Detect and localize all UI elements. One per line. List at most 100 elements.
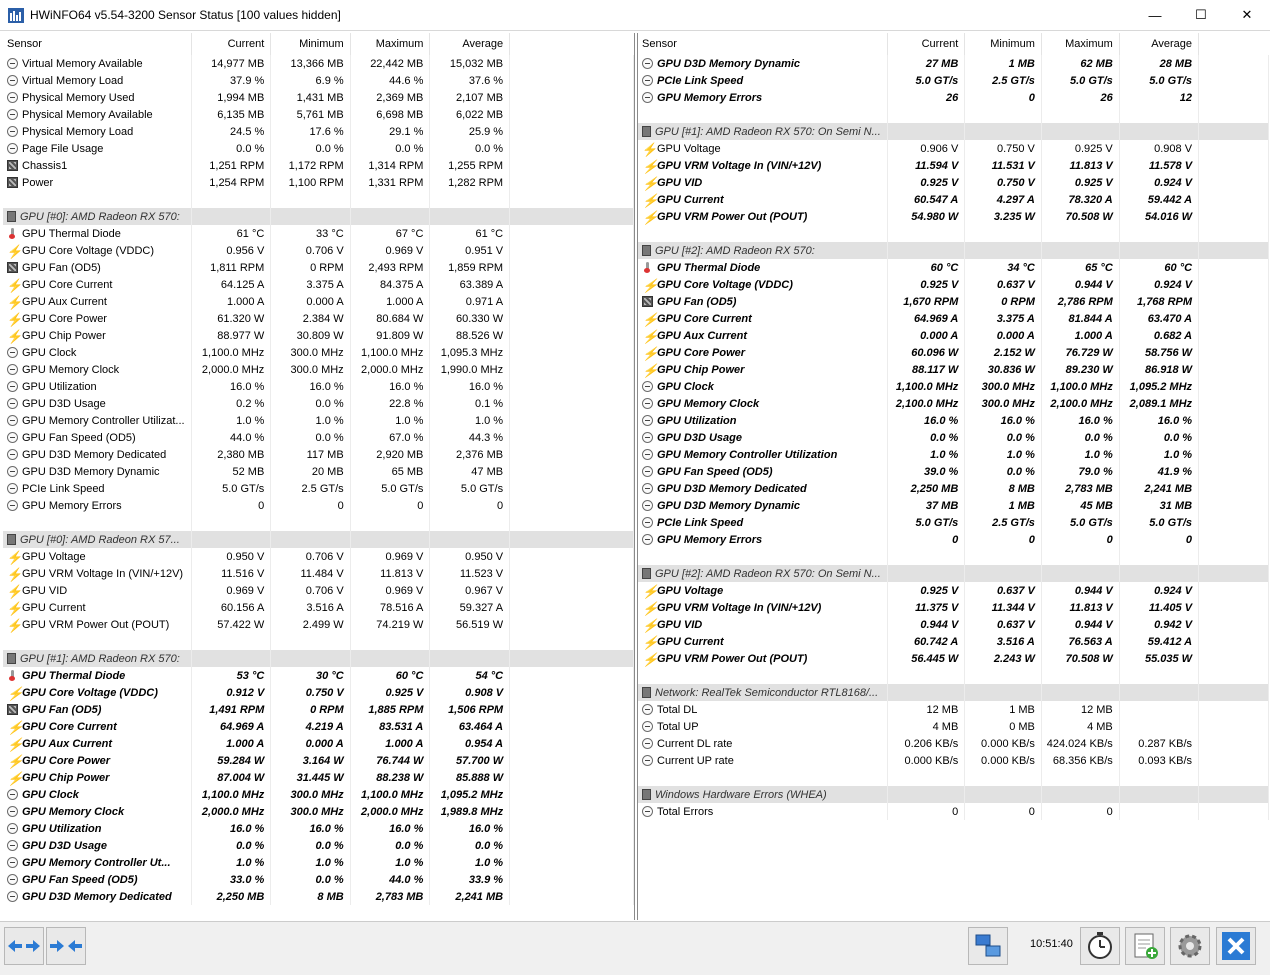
sensor-group-header[interactable]: GPU [#2]: AMD Radeon RX 570: On Semi N..… [638,565,1269,582]
sensor-row[interactable]: Current UP rate 0.000 KB/s 0.000 KB/s 68.35… [638,752,1269,769]
sensor-row[interactable]: ⚡GPU Aux Current 1.000 A 0.000 A 1.000 A 0.9… [3,735,634,752]
sensor-row[interactable]: ⚡GPU VRM Voltage In (VIN/+12V) 11.516 V 11… [3,565,634,582]
sensor-row[interactable]: GPU Utilization 16.0 % 16.0 % 16.0 % 16.0 % [3,820,634,837]
sensor-row[interactable]: ⚡GPU Core Voltage (VDDC) 0.956 V 0.706 V 0.… [3,242,634,259]
maximize-button[interactable]: ☐ [1178,0,1224,30]
sensor-row[interactable]: ⚡GPU Core Current 64.969 A 3.375 A 81.844 A… [638,310,1269,327]
double-arrow-icon[interactable] [4,927,44,965]
close-button[interactable]: ✕ [1224,0,1270,30]
sensor-panel-left[interactable]: Sensor Current Minimum Maximum Average V… [3,33,635,920]
column-header-current[interactable]: Current [887,33,966,55]
sensor-row[interactable]: ⚡GPU Current 60.742 A 3.516 A 76.563 A 59.41… [638,633,1269,650]
collapse-arrows-icon[interactable] [46,927,86,965]
sensor-row[interactable]: GPU Memory Controller Utilizat... 1.0 % 1.… [3,412,634,429]
sensor-group-header[interactable]: Network: RealTek Semiconductor RTL8168/.… [638,684,1269,701]
sensor-row[interactable]: GPU D3D Memory Dedicated 2,250 MB 8 MB 2,78… [3,888,634,905]
sensor-row[interactable]: ⚡GPU VID 0.925 V 0.750 V 0.925 V 0.924 V [638,174,1269,191]
sensor-row[interactable]: Total UP 4 MB 0 MB 4 MB [638,718,1269,735]
sensor-row[interactable]: ⚡GPU Core Current 64.969 A 4.219 A 83.531 A… [3,718,634,735]
column-header-minimum[interactable]: Minimum [964,33,1042,55]
sensor-row[interactable]: GPU D3D Memory Dedicated 2,380 MB 117 MB 2,… [3,446,634,463]
minimize-button[interactable]: — [1132,0,1178,30]
sensor-row[interactable]: ⚡GPU Core Voltage (VDDC) 0.912 V 0.750 V 0.… [3,684,634,701]
column-header-minimum[interactable]: Minimum [270,33,351,55]
sensor-row[interactable]: GPU Fan (OD5) 1,811 RPM 0 RPM 2,493 RPM 1,85… [3,259,634,276]
sensor-row[interactable]: GPU Thermal Diode 60 °C 34 °C 65 °C 60 °C [638,259,1269,276]
sensor-panel-right[interactable]: Sensor Current Minimum Maximum Average G… [637,33,1269,920]
sensor-row[interactable]: GPU Fan Speed (OD5) 33.0 % 0.0 % 44.0 % 33.9… [3,871,634,888]
sensor-row[interactable]: ⚡GPU VRM Power Out (POUT) 57.422 W 2.499 W… [3,616,634,633]
sensor-row[interactable]: ⚡GPU VID 0.944 V 0.637 V 0.944 V 0.942 V [638,616,1269,633]
sensor-row[interactable]: GPU Memory Errors 0 0 0 0 [638,531,1269,548]
sensor-row[interactable]: GPU Fan Speed (OD5) 39.0 % 0.0 % 79.0 % 41.9… [638,463,1269,480]
sensor-row[interactable]: ⚡GPU Chip Power 87.004 W 31.445 W 88.238 W8… [3,769,634,786]
sensor-row[interactable]: ⚡GPU VRM Voltage In (VIN/+12V) 11.375 V 11… [638,599,1269,616]
sensor-row[interactable]: ⚡GPU Chip Power 88.117 W 30.836 W 89.230 W8… [638,361,1269,378]
sensor-row[interactable]: ⚡GPU Voltage 0.906 V 0.750 V 0.925 V 0.908 V [638,140,1269,157]
sensor-row[interactable]: Physical Memory Load 24.5 % 17.6 % 29.1 % 25… [3,123,634,140]
sensor-row[interactable]: Power 1,254 RPM 1,100 RPM 1,331 RPM 1,282 RP… [3,174,634,191]
settings-gear-icon[interactable] [1170,927,1210,965]
column-header-sensor[interactable]: Sensor [3,33,192,55]
sensor-group-header[interactable]: GPU [#0]: AMD Radeon RX 57... [3,531,634,548]
sensor-row[interactable]: ⚡GPU Voltage 0.925 V 0.637 V 0.944 V 0.924 V [638,582,1269,599]
sensor-group-header[interactable]: GPU [#1]: AMD Radeon RX 570: [3,650,634,667]
sensor-row[interactable]: ⚡GPU VID 0.969 V 0.706 V 0.969 V 0.967 V [3,582,634,599]
sensor-group-header[interactable]: GPU [#1]: AMD Radeon RX 570: On Semi N..… [638,123,1269,140]
sensor-row[interactable]: Physical Memory Available 6,135 MB 5,761 M… [3,106,634,123]
sensor-group-header[interactable]: Windows Hardware Errors (WHEA) [638,786,1269,803]
sensor-row[interactable]: GPU D3D Memory Dynamic 27 MB 1 MB 62 MB 28 M… [638,55,1269,72]
column-header-average[interactable]: Average [429,33,511,55]
column-header-current[interactable]: Current [191,33,272,55]
sensor-row[interactable]: GPU D3D Memory Dedicated 2,250 MB 8 MB 2,78… [638,480,1269,497]
sensor-group-header[interactable]: GPU [#2]: AMD Radeon RX 570: [638,242,1269,259]
sensor-row[interactable]: PCIe Link Speed 5.0 GT/s 2.5 GT/s 5.0 GT/s 5… [3,480,634,497]
sensor-row[interactable]: ⚡GPU Aux Current 0.000 A 0.000 A 1.000 A 0.6… [638,327,1269,344]
sensor-row[interactable]: Chassis1 1,251 RPM 1,172 RPM 1,314 RPM 1,255… [3,157,634,174]
sensor-row[interactable]: ⚡GPU Aux Current 1.000 A 0.000 A 1.000 A 0.9… [3,293,634,310]
sensor-row[interactable]: GPU Utilization 16.0 % 16.0 % 16.0 % 16.0 % [3,378,634,395]
add-log-icon[interactable] [1125,927,1165,965]
sensor-row[interactable]: Total Errors 0 0 0 [638,803,1269,820]
sensor-row[interactable]: Page File Usage 0.0 % 0.0 % 0.0 % 0.0 % [3,140,634,157]
sensor-row[interactable]: ⚡GPU Current 60.547 A 4.297 A 78.320 A 59.44… [638,191,1269,208]
sensor-row[interactable]: Virtual Memory Load 37.9 % 6.9 % 44.6 % 37.6… [3,72,634,89]
sensor-row[interactable]: GPU Thermal Diode 53 °C 30 °C 60 °C 54 °C [3,667,634,684]
sensor-row[interactable]: ⚡GPU Core Power 60.096 W 2.152 W 76.729 W 58… [638,344,1269,361]
sensor-row[interactable]: GPU Fan (OD5) 1,670 RPM 0 RPM 2,786 RPM 1,76… [638,293,1269,310]
sensor-row[interactable]: Virtual Memory Available 14,977 MB 13,366 … [3,55,634,72]
sensor-group-header[interactable]: GPU [#0]: AMD Radeon RX 570: [3,208,634,225]
sensor-row[interactable]: GPU D3D Memory Dynamic 37 MB 1 MB 45 MB 31 M… [638,497,1269,514]
sensor-row[interactable]: GPU D3D Memory Dynamic 52 MB 20 MB 65 MB 47 … [3,463,634,480]
sensor-row[interactable]: Total DL 12 MB 1 MB 12 MB [638,701,1269,718]
sensor-row[interactable]: GPU D3D Usage 0.2 % 0.0 % 22.8 % 0.1 % [3,395,634,412]
sensor-row[interactable]: GPU Thermal Diode 61 °C 33 °C 67 °C 61 °C [3,225,634,242]
sensor-row[interactable]: GPU Memory Clock 2,000.0 MHz 300.0 MHz 2,00… [3,361,634,378]
sensor-row[interactable]: ⚡GPU Core Voltage (VDDC) 0.925 V 0.637 V 0.… [638,276,1269,293]
sensor-row[interactable]: GPU D3D Usage 0.0 % 0.0 % 0.0 % 0.0 % [3,837,634,854]
sensor-row[interactable]: ⚡GPU Chip Power 88.977 W 30.809 W 91.809 W8… [3,327,634,344]
exit-close-icon[interactable] [1216,927,1256,965]
sensor-row[interactable]: GPU D3D Usage 0.0 % 0.0 % 0.0 % 0.0 % [638,429,1269,446]
stopwatch-icon[interactable] [1080,927,1120,965]
sensor-row[interactable]: ⚡GPU VRM Voltage In (VIN/+12V) 11.594 V 11… [638,157,1269,174]
sensor-row[interactable]: GPU Utilization 16.0 % 16.0 % 16.0 % 16.0 % [638,412,1269,429]
sensor-row[interactable]: GPU Clock 1,100.0 MHz 300.0 MHz 1,100.0 MHz… [3,344,634,361]
network-sync-icon[interactable] [968,927,1008,965]
sensor-row[interactable]: GPU Memory Clock 2,100.0 MHz 300.0 MHz 2,10… [638,395,1269,412]
sensor-row[interactable]: GPU Memory Errors 0 0 0 0 [3,497,634,514]
sensor-row[interactable]: GPU Fan Speed (OD5) 44.0 % 0.0 % 67.0 % 44.3… [3,429,634,446]
sensor-row[interactable]: ⚡GPU Current 60.156 A 3.516 A 78.516 A 59.32… [3,599,634,616]
column-header-maximum[interactable]: Maximum [350,33,431,55]
sensor-row[interactable]: GPU Memory Controller Utilization 1.0 % 1.… [638,446,1269,463]
sensor-row[interactable]: GPU Clock 1,100.0 MHz 300.0 MHz 1,100.0 MHz… [3,786,634,803]
sensor-row[interactable]: GPU Clock 1,100.0 MHz 300.0 MHz 1,100.0 MHz… [638,378,1269,395]
sensor-row[interactable]: ⚡GPU VRM Power Out (POUT) 54.980 W 3.235 W… [638,208,1269,225]
sensor-row[interactable]: ⚡GPU Voltage 0.950 V 0.706 V 0.969 V 0.950 V [3,548,634,565]
sensor-row[interactable]: GPU Fan (OD5) 1,491 RPM 0 RPM 1,885 RPM 1,50… [3,701,634,718]
sensor-row[interactable]: Current DL rate 0.206 KB/s 0.000 KB/s 424.0… [638,735,1269,752]
column-header-average[interactable]: Average [1119,33,1200,55]
sensor-row[interactable]: Physical Memory Used 1,994 MB 1,431 MB 2,36… [3,89,634,106]
sensor-row[interactable]: ⚡GPU VRM Power Out (POUT) 56.445 W 2.243 W… [638,650,1269,667]
column-header-sensor[interactable]: Sensor [638,33,888,55]
